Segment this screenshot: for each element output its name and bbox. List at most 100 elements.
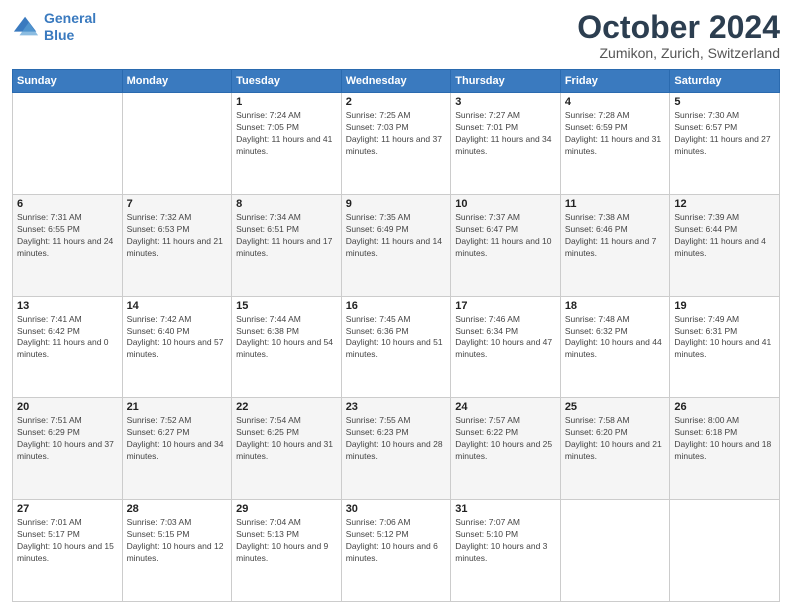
day-info: Sunrise: 7:38 AMSunset: 6:46 PMDaylight:… <box>565 212 666 260</box>
calendar-day-cell: 20 Sunrise: 7:51 AMSunset: 6:29 PMDayligh… <box>13 398 123 500</box>
day-number: 7 <box>127 198 228 210</box>
calendar-day-cell: 8 Sunrise: 7:34 AMSunset: 6:51 PMDaylight… <box>232 194 342 296</box>
calendar-header-row: SundayMondayTuesdayWednesdayThursdayFrid… <box>13 70 780 93</box>
calendar-day-cell: 7Sunrise: 7:32 AMSunset: 6:53 PMDaylight… <box>122 194 232 296</box>
subtitle: Zumikon, Zurich, Switzerland <box>577 45 780 61</box>
day-number: 8 <box>236 198 337 210</box>
day-info: Sunrise: 7:55 AMSunset: 6:23 PMDaylight:… <box>346 415 447 463</box>
day-number: 4 <box>565 96 666 108</box>
calendar-day-cell: 12Sunrise: 7:39 AMSunset: 6:44 PMDayligh… <box>670 194 780 296</box>
day-number: 25 <box>565 401 666 413</box>
weekday-header: Saturday <box>670 70 780 93</box>
day-info: Sunrise: 7:27 AMSunset: 7:01 PMDaylight:… <box>455 110 556 158</box>
day-info: Sunrise: 7:42 AMSunset: 6:40 PMDaylight:… <box>127 314 228 362</box>
weekday-header: Monday <box>122 70 232 93</box>
weekday-header: Friday <box>560 70 670 93</box>
day-info: Sunrise: 7:46 AMSunset: 6:34 PMDaylight:… <box>455 314 556 362</box>
day-number: 23 <box>346 401 447 413</box>
day-info: Sunrise: 7:49 AMSunset: 6:31 PMDaylight:… <box>674 314 775 362</box>
page: General Blue October 2024 Zumikon, Zuric… <box>0 0 792 612</box>
day-number: 26 <box>674 401 775 413</box>
weekday-header: Sunday <box>13 70 123 93</box>
calendar-day-cell: 30 Sunrise: 7:06 AMSunset: 5:12 PMDayligh… <box>341 500 451 602</box>
calendar-day-cell: 28Sunrise: 7:03 AMSunset: 5:15 PMDayligh… <box>122 500 232 602</box>
logo-line1: General <box>44 10 96 26</box>
day-number: 20 <box>17 401 118 413</box>
day-info: Sunrise: 7:44 AMSunset: 6:38 PMDaylight:… <box>236 314 337 362</box>
calendar-day-cell: 10 Sunrise: 7:37 AMSunset: 6:47 PMDayligh… <box>451 194 561 296</box>
logo: General Blue <box>12 10 96 44</box>
calendar-day-cell: 18 Sunrise: 7:48 AMSunset: 6:32 PMDayligh… <box>560 296 670 398</box>
calendar-day-cell: 27 Sunrise: 7:01 AMSunset: 5:17 PMDayligh… <box>13 500 123 602</box>
day-number: 30 <box>346 503 447 515</box>
calendar-day-cell: 29 Sunrise: 7:04 AMSunset: 5:13 PMDayligh… <box>232 500 342 602</box>
day-number: 18 <box>565 300 666 312</box>
calendar-day-cell: 6Sunrise: 7:31 AMSunset: 6:55 PMDaylight… <box>13 194 123 296</box>
calendar-day-cell: 24 Sunrise: 7:57 AMSunset: 6:22 PMDayligh… <box>451 398 561 500</box>
day-info: Sunrise: 7:04 AMSunset: 5:13 PMDaylight:… <box>236 517 337 565</box>
day-info: Sunrise: 7:52 AMSunset: 6:27 PMDaylight:… <box>127 415 228 463</box>
day-number: 24 <box>455 401 556 413</box>
day-info: Sunrise: 7:39 AMSunset: 6:44 PMDaylight:… <box>674 212 775 260</box>
day-number: 10 <box>455 198 556 210</box>
day-info: Sunrise: 7:06 AMSunset: 5:12 PMDaylight:… <box>346 517 447 565</box>
day-number: 28 <box>127 503 228 515</box>
calendar-day-cell: 21 Sunrise: 7:52 AMSunset: 6:27 PMDayligh… <box>122 398 232 500</box>
day-info: Sunrise: 7:07 AMSunset: 5:10 PMDaylight:… <box>455 517 556 565</box>
day-number: 21 <box>127 401 228 413</box>
calendar-day-cell: 19Sunrise: 7:49 AMSunset: 6:31 PMDayligh… <box>670 296 780 398</box>
day-number: 2 <box>346 96 447 108</box>
calendar-week-row: 1Sunrise: 7:24 AMSunset: 7:05 PMDaylight… <box>13 93 780 195</box>
day-info: Sunrise: 7:51 AMSunset: 6:29 PMDaylight:… <box>17 415 118 463</box>
calendar-week-row: 27 Sunrise: 7:01 AMSunset: 5:17 PMDayligh… <box>13 500 780 602</box>
calendar-day-cell <box>560 500 670 602</box>
day-number: 13 <box>17 300 118 312</box>
day-number: 15 <box>236 300 337 312</box>
calendar-day-cell <box>670 500 780 602</box>
day-number: 1 <box>236 96 337 108</box>
day-number: 17 <box>455 300 556 312</box>
calendar-day-cell: 15 Sunrise: 7:44 AMSunset: 6:38 PMDayligh… <box>232 296 342 398</box>
day-info: Sunrise: 7:54 AMSunset: 6:25 PMDaylight:… <box>236 415 337 463</box>
day-info: Sunrise: 7:45 AMSunset: 6:36 PMDaylight:… <box>346 314 447 362</box>
calendar-day-cell: 11 Sunrise: 7:38 AMSunset: 6:46 PMDayligh… <box>560 194 670 296</box>
calendar-day-cell: 4 Sunrise: 7:28 AMSunset: 6:59 PMDaylight… <box>560 93 670 195</box>
day-info: Sunrise: 8:00 AMSunset: 6:18 PMDaylight:… <box>674 415 775 463</box>
logo-line2: Blue <box>44 27 74 43</box>
day-number: 5 <box>674 96 775 108</box>
day-info: Sunrise: 7:58 AMSunset: 6:20 PMDaylight:… <box>565 415 666 463</box>
calendar-day-cell: 13 Sunrise: 7:41 AMSunset: 6:42 PMDayligh… <box>13 296 123 398</box>
calendar-day-cell: 5Sunrise: 7:30 AMSunset: 6:57 PMDaylight… <box>670 93 780 195</box>
day-number: 31 <box>455 503 556 515</box>
day-info: Sunrise: 7:34 AMSunset: 6:51 PMDaylight:… <box>236 212 337 260</box>
day-number: 14 <box>127 300 228 312</box>
day-info: Sunrise: 7:31 AMSunset: 6:55 PMDaylight:… <box>17 212 118 260</box>
calendar-day-cell: 22 Sunrise: 7:54 AMSunset: 6:25 PMDayligh… <box>232 398 342 500</box>
calendar-day-cell: 25 Sunrise: 7:58 AMSunset: 6:20 PMDayligh… <box>560 398 670 500</box>
logo-icon <box>12 13 40 41</box>
day-number: 11 <box>565 198 666 210</box>
calendar-week-row: 6Sunrise: 7:31 AMSunset: 6:55 PMDaylight… <box>13 194 780 296</box>
weekday-header: Tuesday <box>232 70 342 93</box>
calendar-day-cell: 1Sunrise: 7:24 AMSunset: 7:05 PMDaylight… <box>232 93 342 195</box>
day-info: Sunrise: 7:41 AMSunset: 6:42 PMDaylight:… <box>17 314 118 362</box>
day-info: Sunrise: 7:01 AMSunset: 5:17 PMDaylight:… <box>17 517 118 565</box>
day-number: 3 <box>455 96 556 108</box>
day-number: 29 <box>236 503 337 515</box>
main-title: October 2024 <box>577 10 780 45</box>
weekday-header: Wednesday <box>341 70 451 93</box>
day-number: 27 <box>17 503 118 515</box>
day-info: Sunrise: 7:28 AMSunset: 6:59 PMDaylight:… <box>565 110 666 158</box>
day-number: 22 <box>236 401 337 413</box>
calendar-day-cell: 2Sunrise: 7:25 AMSunset: 7:03 PMDaylight… <box>341 93 451 195</box>
day-info: Sunrise: 7:57 AMSunset: 6:22 PMDaylight:… <box>455 415 556 463</box>
day-info: Sunrise: 7:48 AMSunset: 6:32 PMDaylight:… <box>565 314 666 362</box>
day-info: Sunrise: 7:37 AMSunset: 6:47 PMDaylight:… <box>455 212 556 260</box>
calendar-day-cell: 3 Sunrise: 7:27 AMSunset: 7:01 PMDaylight… <box>451 93 561 195</box>
calendar-day-cell: 17 Sunrise: 7:46 AMSunset: 6:34 PMDayligh… <box>451 296 561 398</box>
calendar-day-cell: 23 Sunrise: 7:55 AMSunset: 6:23 PMDayligh… <box>341 398 451 500</box>
calendar-week-row: 20 Sunrise: 7:51 AMSunset: 6:29 PMDayligh… <box>13 398 780 500</box>
day-number: 16 <box>346 300 447 312</box>
header: General Blue October 2024 Zumikon, Zuric… <box>12 10 780 61</box>
calendar-day-cell <box>13 93 123 195</box>
